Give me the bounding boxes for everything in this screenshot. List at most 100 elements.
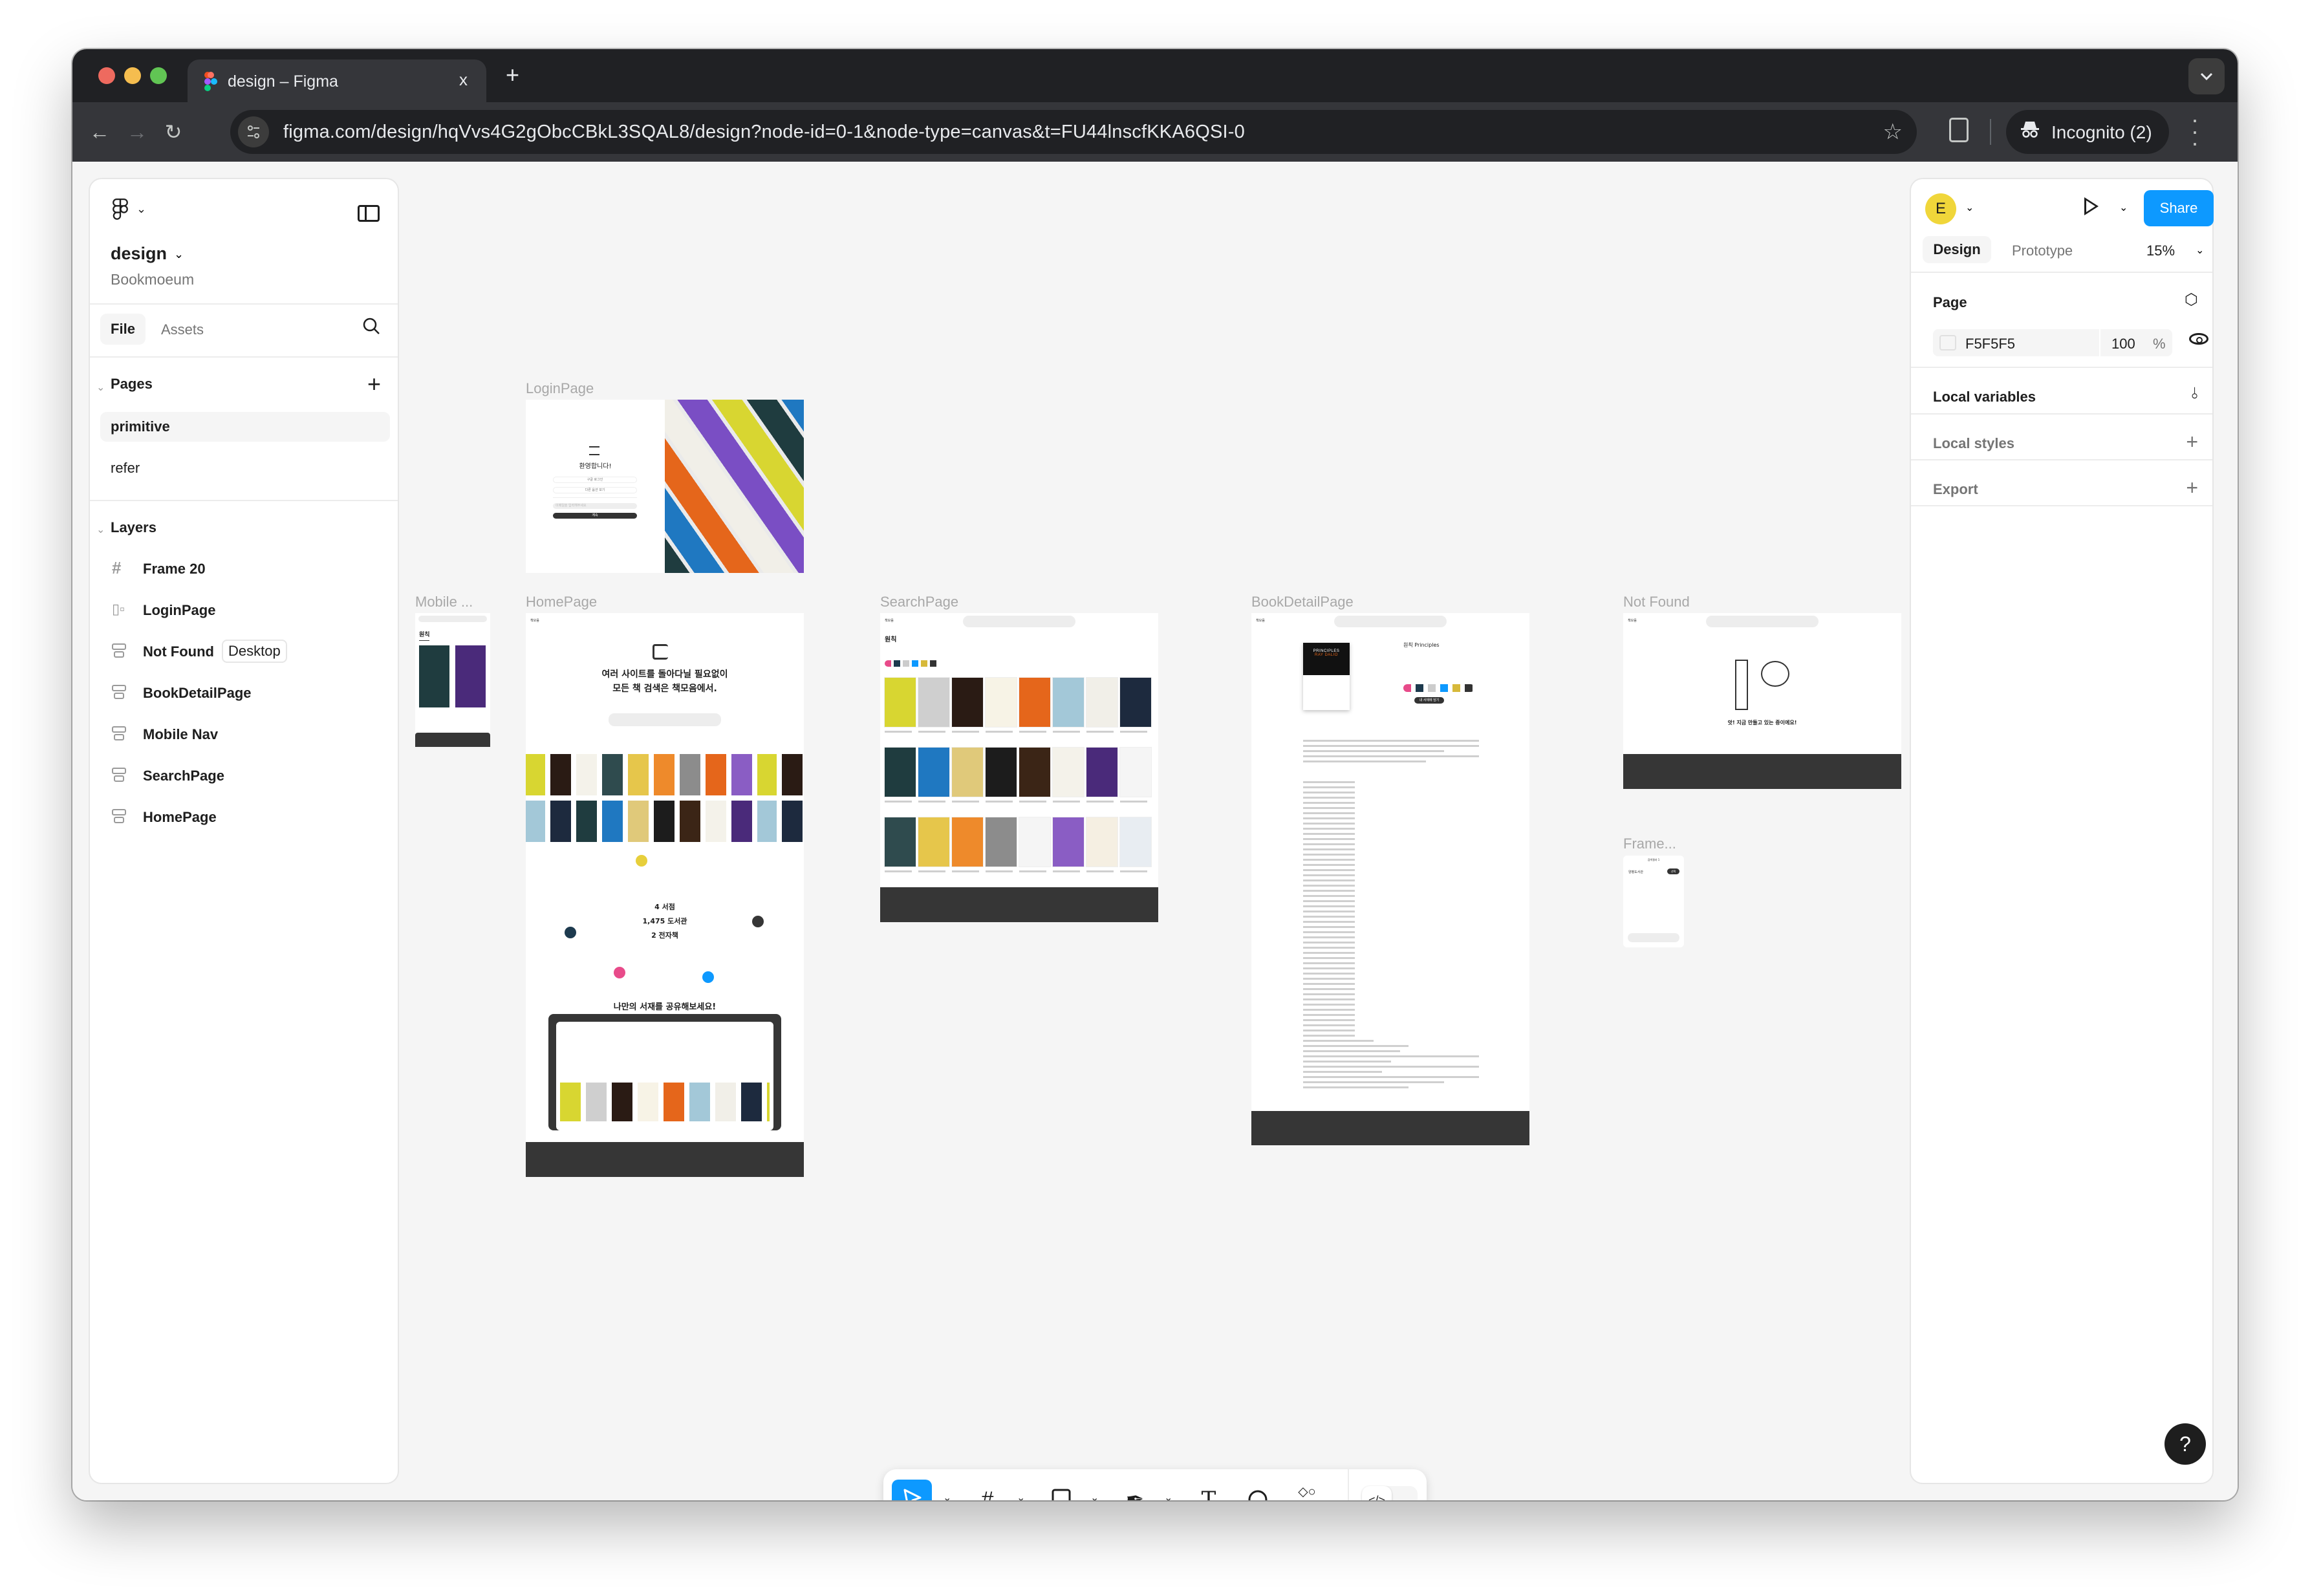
search-logo[interactable]: 책모음 — [885, 618, 894, 623]
frame-label-search[interactable]: SearchPage — [880, 594, 958, 610]
visibility-eye-icon[interactable] — [2189, 333, 2208, 345]
actions-tool-button[interactable]: ◇○▢+ — [1287, 1480, 1327, 1500]
layers-collapse-icon[interactable]: ⌄ — [96, 523, 105, 536]
back-icon[interactable]: ← — [85, 118, 114, 146]
chevron-down-icon[interactable]: ⌄ — [136, 202, 146, 216]
reading-mode-icon[interactable] — [1949, 118, 1969, 142]
search-page-input[interactable] — [963, 616, 1075, 627]
forward-icon[interactable]: → — [123, 118, 151, 146]
mobile-book-cover[interactable] — [455, 645, 486, 707]
book-detail-page-frame[interactable]: 책모음 PRINCIPLES RAY DALIO 원칙 Principles 내… — [1251, 613, 1529, 1145]
mobile-book-cover[interactable] — [419, 645, 449, 707]
site-info-icon[interactable] — [238, 116, 269, 147]
toggle-sidebar-icon[interactable] — [358, 205, 380, 222]
not-found-frame[interactable]: 책모음 앗! 지금 만들고 있는 중이에요! — [1623, 613, 1901, 789]
comment-tool-button[interactable] — [1238, 1480, 1278, 1500]
shape-tool-chevron-icon[interactable]: ⌄ — [1090, 1491, 1099, 1500]
login-page-frame[interactable]: 환영합니다! 구글 로그인 다른 옵션 보기 이메일을 입력해주세요 계속 — [526, 400, 804, 573]
frame-tool-button[interactable]: # — [967, 1480, 1008, 1500]
home-logo[interactable]: 책모음 — [530, 618, 539, 623]
search-book-cover[interactable] — [1120, 678, 1151, 727]
layer-item[interactable]: ▯▫ LoginPage — [112, 597, 383, 623]
add-to-shelf-button[interactable]: 내 서재에 담기 — [1414, 697, 1444, 704]
search-book-cover[interactable] — [918, 678, 949, 727]
move-tool-chevron-icon[interactable]: ⌄ — [943, 1491, 951, 1500]
frame20-search-input[interactable] — [1628, 933, 1679, 942]
background-opacity-value[interactable]: 100 — [2111, 336, 2135, 352]
page-background-fill[interactable]: F5F5F5 100 % — [1933, 329, 2172, 356]
frame-label-login[interactable]: LoginPage — [526, 380, 594, 397]
share-button[interactable]: Share — [2144, 190, 2214, 226]
search-book-cover[interactable] — [1053, 678, 1084, 727]
search-book-cover[interactable] — [1053, 817, 1084, 867]
text-tool-button[interactable]: T — [1189, 1480, 1229, 1500]
minimize-window-button[interactable] — [124, 67, 141, 84]
chevron-down-icon[interactable]: ⌄ — [2119, 201, 2128, 214]
tab-design[interactable]: Design — [1923, 236, 1991, 263]
zoom-level[interactable]: 15% — [2146, 243, 2175, 259]
move-tool-button[interactable] — [892, 1480, 932, 1500]
bookmark-star-icon[interactable]: ☆ — [1883, 119, 1903, 145]
incognito-profile-button[interactable]: Incognito (2) — [2006, 110, 2169, 154]
search-book-cover[interactable] — [1086, 817, 1117, 867]
pen-tool-chevron-icon[interactable]: ⌄ — [1164, 1491, 1172, 1500]
present-play-icon[interactable] — [2084, 197, 2099, 215]
maximize-window-button[interactable] — [150, 67, 167, 84]
search-page-frame[interactable]: 책모음 원칙 — [880, 613, 1158, 922]
frame-label-mobile[interactable]: Mobile ... — [415, 594, 473, 610]
layer-item[interactable]: BookDetailPage — [112, 680, 383, 706]
frame20-select-button[interactable]: 선택 — [1667, 868, 1679, 874]
search-book-cover[interactable] — [1120, 748, 1151, 797]
variables-sliders-icon[interactable]: ⫰ — [2192, 385, 2198, 403]
tab-search-dropdown-icon[interactable] — [2188, 58, 2225, 94]
other-options-button[interactable]: 다른 옵션 보기 — [553, 487, 637, 493]
close-window-button[interactable] — [98, 67, 115, 84]
search-book-cover[interactable] — [1019, 817, 1050, 867]
search-book-cover[interactable] — [986, 817, 1017, 867]
pages-collapse-icon[interactable]: ⌄ — [96, 381, 105, 394]
detail-logo[interactable]: 책모음 — [1256, 618, 1265, 623]
search-book-cover[interactable] — [1086, 678, 1117, 727]
tab-assets[interactable]: Assets — [161, 321, 204, 338]
google-login-button[interactable]: 구글 로그인 — [553, 477, 637, 483]
layer-item[interactable]: Not Found Desktop — [112, 638, 383, 664]
continue-button[interactable]: 계속 — [553, 513, 637, 519]
export-header[interactable]: Export — [1933, 481, 1978, 498]
tab-close-icon[interactable]: x — [459, 70, 468, 90]
browser-menu-icon[interactable]: · · · — [2188, 108, 2201, 155]
frame-label-detail[interactable]: BookDetailPage — [1251, 594, 1354, 610]
frame-20[interactable]: 검색결과 1 양평도서관 선택 — [1623, 856, 1684, 947]
figma-menu-icon[interactable] — [112, 199, 129, 226]
new-tab-button[interactable]: + — [506, 63, 519, 87]
notfound-logo[interactable]: 책모음 — [1628, 618, 1637, 623]
help-button[interactable]: ? — [2164, 1423, 2206, 1465]
home-page-frame[interactable]: 책모음 여러 사이트를 돌아다닐 필요없이 모든 책 검색은 책모음에서. 4 … — [526, 613, 804, 1177]
avatar[interactable]: E — [1925, 193, 1956, 224]
project-name[interactable]: Bookmoeum — [111, 271, 194, 288]
search-icon[interactable] — [362, 316, 381, 336]
pen-tool-button[interactable]: ✒ — [1115, 1480, 1155, 1500]
file-menu-chevron-icon[interactable]: ⌄ — [174, 248, 184, 261]
tab-file[interactable]: File — [100, 314, 146, 345]
search-book-cover[interactable] — [1019, 678, 1050, 727]
search-book-cover[interactable] — [952, 678, 983, 727]
frame-label-notfound[interactable]: Not Found — [1623, 594, 1690, 610]
mobile-search-input[interactable] — [418, 616, 487, 622]
frame-label-frame20[interactable]: Frame... — [1623, 836, 1676, 852]
frame-tool-chevron-icon[interactable]: ⌄ — [1017, 1491, 1025, 1500]
local-styles-header[interactable]: Local styles — [1933, 435, 2014, 452]
layer-item[interactable]: HomePage — [112, 804, 383, 830]
search-book-cover[interactable] — [918, 817, 949, 867]
file-name[interactable]: design — [111, 244, 167, 264]
detail-store-logos[interactable] — [1403, 684, 1474, 692]
search-book-cover[interactable] — [952, 748, 983, 797]
search-book-cover[interactable] — [1120, 817, 1151, 867]
rectangle-tool-button[interactable] — [1041, 1480, 1081, 1500]
frame-label-home[interactable]: HomePage — [526, 594, 597, 610]
add-style-icon[interactable]: + — [2186, 430, 2198, 454]
tab-prototype[interactable]: Prototype — [2012, 243, 2073, 259]
zoom-chevron-icon[interactable]: ⌄ — [2196, 244, 2204, 257]
reload-icon[interactable]: ↻ — [159, 118, 188, 146]
local-variables-header[interactable]: Local variables — [1933, 389, 2036, 405]
notfound-search-input[interactable] — [1706, 616, 1819, 627]
